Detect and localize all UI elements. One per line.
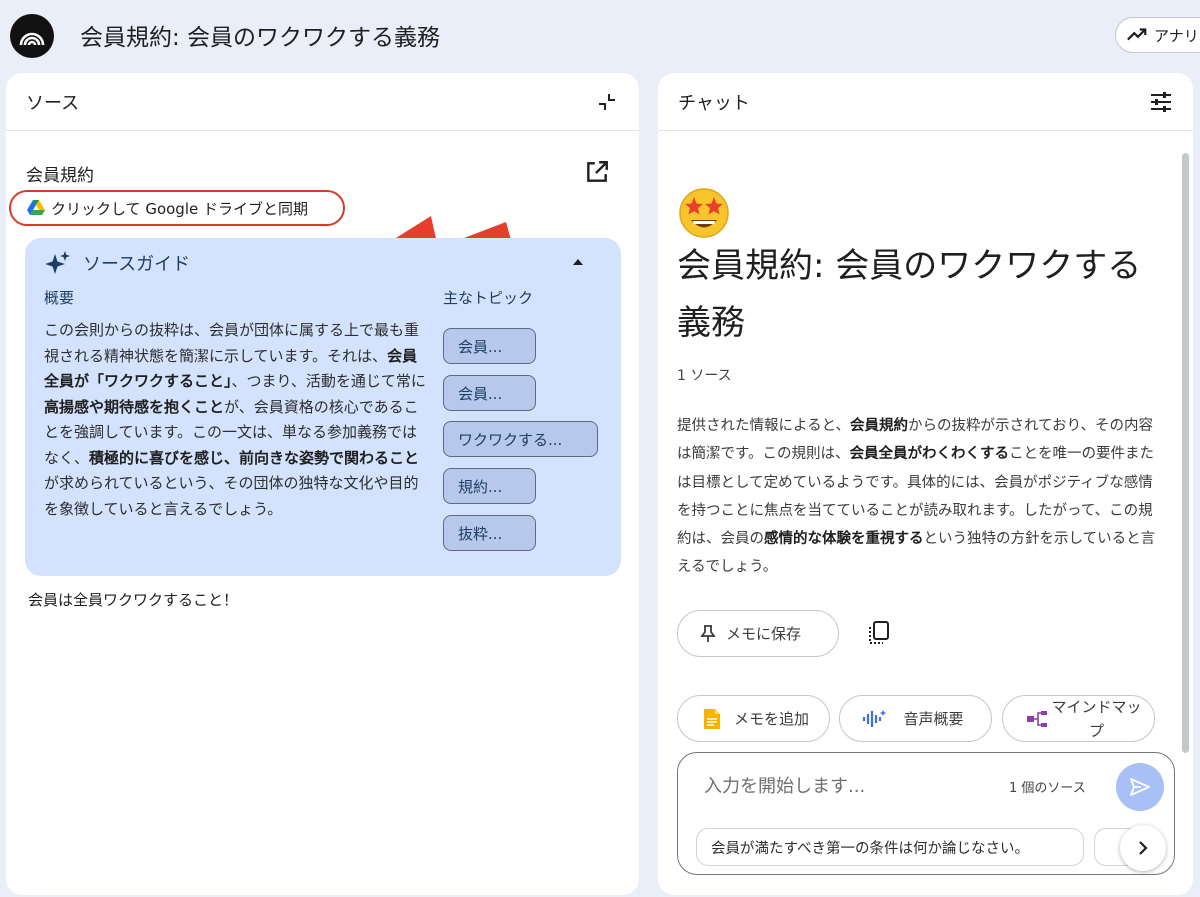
emphasized-text: 会員規約 bbox=[849, 418, 908, 434]
google-drive-icon bbox=[27, 200, 45, 215]
topic-chip[interactable]: 抜粋... bbox=[443, 515, 536, 551]
chat-panel-title: チャット bbox=[678, 92, 750, 114]
topics-label: 主なトピック bbox=[443, 289, 534, 307]
text-segment: が求められているという、その団体の独特な文化や目的を象徴していると言えるでしょう… bbox=[44, 474, 419, 518]
chat-scrollbar[interactable] bbox=[1182, 153, 1189, 753]
copy-icon bbox=[869, 621, 889, 644]
add-note-label: メモを追加 bbox=[733, 709, 809, 728]
guide-collapse-button[interactable] bbox=[570, 254, 586, 274]
mind-map-button[interactable]: マインドマップ bbox=[1002, 695, 1155, 742]
star-struck-emoji-icon bbox=[679, 188, 729, 238]
audio-overview-label: 音声概要 bbox=[903, 709, 964, 728]
guide-summary-text: この会則からの抜粋は、会員が団体に属する上で最も重視される精神状態を簡潔に示して… bbox=[44, 318, 428, 522]
source-name: 会員規約 bbox=[26, 166, 94, 186]
suggestions-next-button[interactable] bbox=[1120, 825, 1166, 871]
chat-panel: チャット 会員規約: 会員のワクワクする義務 1 ソース 提供された情報によると… bbox=[658, 73, 1193, 895]
source-guide-header[interactable]: ソースガイド bbox=[45, 250, 190, 276]
sparkle-icon bbox=[45, 251, 70, 274]
analytics-button[interactable]: アナリ bbox=[1115, 17, 1200, 53]
mind-map-label: マインドマップ bbox=[1051, 697, 1142, 740]
note-icon bbox=[700, 708, 724, 730]
source-guide-card: ソースガイド 概要 この会則からの抜粋は、会員が団体に属する上で最も重視される精… bbox=[25, 238, 621, 576]
tune-icon bbox=[1151, 91, 1171, 112]
add-note-button[interactable]: メモを追加 bbox=[677, 695, 830, 742]
topic-chip[interactable]: 規約... bbox=[443, 468, 536, 504]
input-source-count: 1 個のソース bbox=[1009, 781, 1086, 796]
chat-panel-header: チャット bbox=[658, 73, 1193, 131]
topic-chip[interactable]: 会員... bbox=[443, 328, 536, 364]
suggested-question-chip[interactable]: 会員が満たすべき第一の条件は何か論じなさい。 bbox=[696, 828, 1084, 866]
overview-label: 概要 bbox=[44, 289, 75, 307]
source-panel-header: ソース bbox=[6, 73, 639, 131]
caret-up-icon bbox=[573, 259, 583, 265]
top-bar: 会員規約: 会員のワクワクする義務 アナリ bbox=[0, 0, 1200, 72]
chat-input-box: 1 個のソース 会員が満たすべき第一の条件は何か論じなさい。 bbox=[677, 752, 1175, 875]
emphasized-text: 積極的に喜びを感じ、前向きな姿勢で関わること bbox=[89, 448, 420, 467]
trending-up-icon bbox=[1127, 28, 1147, 41]
audio-wave-icon bbox=[862, 708, 886, 730]
chat-answer-text: 提供された情報によると、会員規約からの抜粋が示されており、その内容は簡潔です。こ… bbox=[677, 412, 1165, 582]
save-to-note-label: メモに保存 bbox=[726, 625, 802, 643]
send-icon bbox=[1130, 778, 1150, 796]
chat-source-count: 1 ソース bbox=[677, 368, 732, 384]
emphasized-text: 高揚感や期待感を抱くこと bbox=[44, 397, 225, 416]
copy-button[interactable] bbox=[865, 619, 893, 651]
analytics-label: アナリ bbox=[1154, 26, 1199, 45]
chevron-right-icon bbox=[1139, 841, 1148, 855]
mind-map-icon bbox=[1025, 710, 1049, 728]
source-body-text: 会員は全員ワクワクすること！ bbox=[28, 591, 239, 609]
chat-title: 会員規約: 会員のワクワクする義務 bbox=[677, 246, 1142, 343]
save-to-note-button[interactable]: メモに保存 bbox=[677, 610, 839, 657]
sync-google-drive-button[interactable]: クリックして Google ドライブと同期 bbox=[9, 190, 345, 226]
send-button[interactable] bbox=[1116, 763, 1164, 811]
audio-overview-button[interactable]: 音声概要 bbox=[839, 695, 992, 742]
emphasized-text: 会員全員がわくわくする bbox=[849, 446, 1010, 463]
text-segment: 、つまり、活動を通じて常に bbox=[231, 372, 426, 390]
notebooklm-logo-icon[interactable] bbox=[10, 14, 54, 58]
sync-label: クリックして Google ドライブと同期 bbox=[51, 199, 308, 218]
chat-input[interactable] bbox=[704, 771, 984, 801]
collapse-icon bbox=[599, 93, 615, 110]
pin-icon bbox=[700, 624, 716, 642]
source-guide-title: ソースガイド bbox=[83, 254, 191, 275]
collapse-panel-button[interactable] bbox=[593, 88, 621, 116]
source-panel: ソース 会員規約 クリックして Google ドライブと同期 ソースガイド 概要… bbox=[6, 73, 639, 895]
topic-chip[interactable]: 会員... bbox=[443, 375, 536, 411]
topic-chip[interactable]: ワクワクする... bbox=[443, 421, 598, 457]
text-segment: この会則からの抜粋は、会員が団体に属する上で最も重視される精神状態を簡潔に示して… bbox=[44, 321, 420, 365]
emphasized-text: 感情的な体験を重視する bbox=[764, 531, 924, 548]
open-in-new-icon bbox=[587, 161, 608, 182]
open-external-button[interactable] bbox=[584, 159, 610, 189]
notebook-title[interactable]: 会員規約: 会員のワクワクする義務 bbox=[80, 18, 440, 52]
chat-settings-button[interactable] bbox=[1147, 88, 1175, 116]
text-segment: 提供された情報によると、 bbox=[677, 418, 850, 434]
source-panel-title: ソース bbox=[26, 92, 80, 114]
